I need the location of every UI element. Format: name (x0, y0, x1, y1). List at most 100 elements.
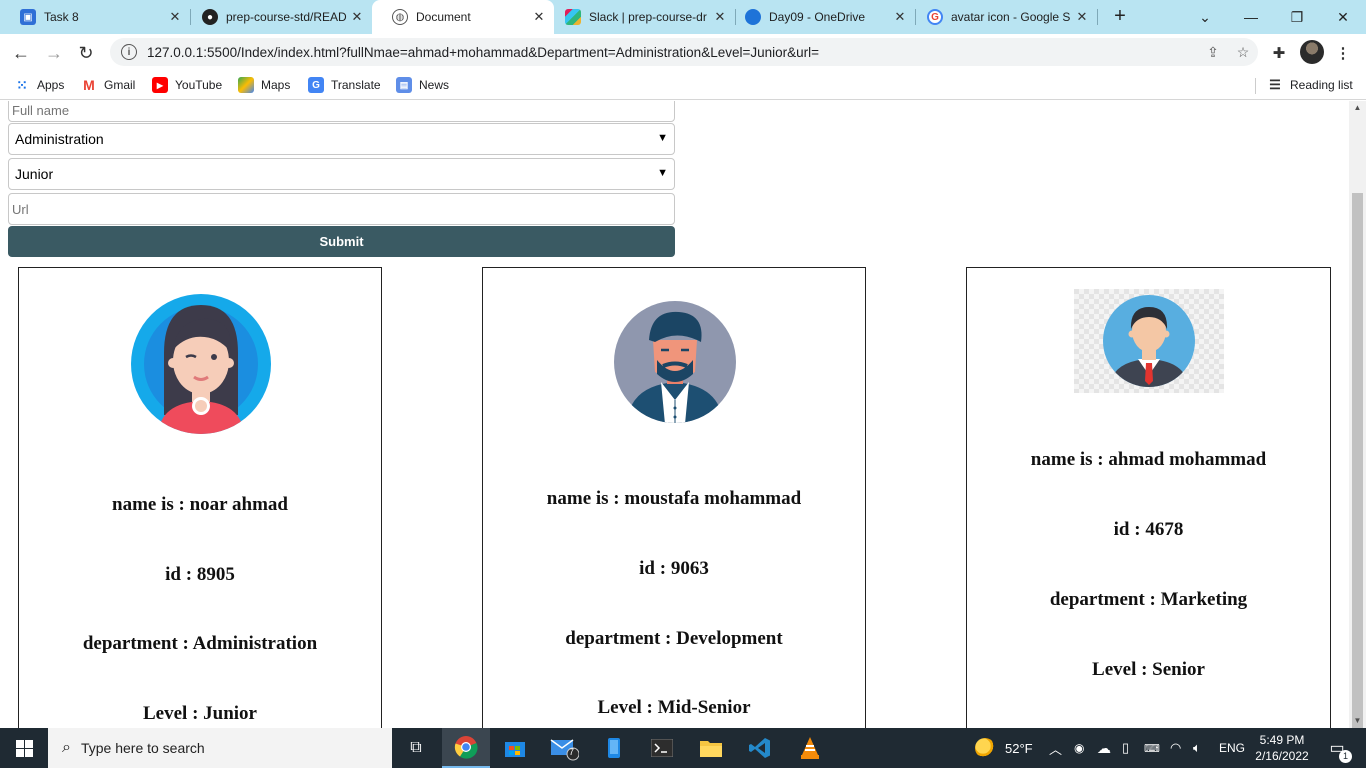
windows-start-icon[interactable] (0, 728, 48, 768)
windows-taskbar: ⌕ Type here to search ⧉ 7 52°F ︿ ◉ ☁ ▯ ⌨ (0, 728, 1366, 768)
submit-button[interactable]: Submit (8, 226, 675, 257)
fullname-input[interactable]: Full name (8, 101, 675, 122)
bookmark-translate[interactable]: G Translate (308, 77, 381, 93)
news-icon: ▤ (396, 77, 412, 93)
share-icon[interactable]: ⇪ (1198, 44, 1228, 61)
tab-task8[interactable]: ▣ Task 8 ✕ (0, 0, 190, 34)
profile-avatar[interactable] (1300, 40, 1324, 64)
department-select[interactable]: Administration ▼ (8, 123, 675, 155)
language-indicator[interactable]: ENG (1219, 728, 1245, 768)
onedrive-cloud-icon[interactable]: ☁ (1097, 728, 1111, 768)
bookmark-news[interactable]: ▤ News (396, 77, 449, 93)
file-explorer-icon[interactable] (687, 728, 735, 768)
scroll-down-arrow-icon[interactable]: ▼ (1349, 714, 1366, 728)
volume-icon[interactable]: 🔈︎ (1193, 728, 1201, 768)
temperature: 52°F (1005, 740, 1033, 756)
minimize-icon[interactable]: — (1228, 0, 1274, 34)
url-placeholder: Url (12, 201, 29, 217)
tab-google[interactable]: G avatar icon - Google S ✕ (907, 0, 1097, 34)
bookmark-label: Maps (261, 78, 291, 92)
bearded-man-avatar-icon (614, 301, 736, 423)
page-viewport: Full name Administration ▼ Junior ▼ Url … (0, 101, 1349, 728)
mail-badge: 7 (569, 747, 575, 757)
businessman-avatar-icon (1074, 289, 1224, 393)
globe-icon: ◍ (392, 9, 408, 25)
bookmarks-bar: ⁙ Apps M Gmail ▶ YouTube Maps G Translat… (0, 71, 1366, 100)
bookmark-label: Translate (331, 78, 381, 92)
notification-badge: 1 (1339, 750, 1352, 763)
tab-slack[interactable]: Slack | prep-course-dr ✕ (545, 0, 735, 34)
vlc-icon[interactable] (786, 728, 834, 768)
bookmark-label: Gmail (104, 78, 136, 92)
taskbar-search-box[interactable]: ⌕ Type here to search (48, 728, 392, 768)
fullname-placeholder: Full name (12, 102, 70, 118)
restore-icon[interactable]: ❐ (1274, 0, 1320, 34)
bookmark-apps[interactable]: ⁙ Apps (14, 77, 64, 93)
vscode-icon[interactable] (736, 728, 784, 768)
bookmark-gmail[interactable]: M Gmail (81, 77, 135, 93)
battery-icon[interactable]: ▯ (1122, 728, 1129, 768)
reload-icon[interactable]: ↻ (73, 40, 99, 66)
close-icon[interactable]: ✕ (348, 9, 366, 25)
bookmark-label: News (419, 78, 450, 92)
terminal-icon[interactable] (638, 728, 686, 768)
close-window-icon[interactable]: ✕ (1320, 0, 1366, 34)
tab-document[interactable]: ◍ Document ✕ (372, 0, 554, 34)
scrollbar-thumb[interactable] (1352, 193, 1363, 739)
level-select[interactable]: Junior ▼ (8, 158, 675, 190)
vertical-scrollbar[interactable]: ▲ ▼ (1349, 101, 1366, 739)
youtube-icon: ▶ (152, 77, 168, 93)
show-hidden-icons-chevron-icon[interactable]: ︿ (1049, 728, 1062, 768)
address-bar[interactable]: i 127.0.0.1:5500/Index/index.html?fullNm… (110, 38, 1258, 66)
new-tab-button[interactable]: + (1108, 5, 1132, 29)
notification-center-icon[interactable]: ▭ 1 (1322, 728, 1352, 768)
translate-icon: G (308, 77, 324, 93)
scroll-up-arrow-icon[interactable]: ▲ (1349, 101, 1366, 115)
employee-id: id : 8905 (165, 564, 235, 585)
bookmark-label: YouTube (175, 78, 223, 92)
chrome-taskbar-icon[interactable] (442, 728, 490, 768)
clock-date: 2/16/2022 (1255, 749, 1309, 763)
tab-github[interactable]: ● prep-course-std/READ ✕ (182, 0, 372, 34)
level-selected-value: Junior (15, 166, 54, 182)
url-input[interactable]: Url (8, 193, 675, 225)
extensions-puzzle-icon[interactable]: ✚ (1268, 42, 1290, 64)
weather-widget[interactable]: 52°F (975, 728, 1033, 768)
employee-level: Level : Mid-Senior (597, 697, 751, 718)
star-icon[interactable]: ☆ (1228, 44, 1258, 61)
browser-toolbar: ← → ↻ i 127.0.0.1:5500/Index/index.html?… (0, 34, 1366, 71)
reading-list-button[interactable]: ☰ Reading list (1267, 77, 1353, 93)
bookmark-youtube[interactable]: ▶ YouTube (152, 77, 222, 93)
menu-icon[interactable]: ⋮ (1332, 42, 1354, 64)
slack-icon (565, 9, 581, 25)
ime-keyboard-icon[interactable]: ⌨ (1144, 728, 1160, 768)
tab-search-icon[interactable]: ⌄ (1182, 0, 1228, 34)
tab-onedrive[interactable]: Day09 - OneDrive ✕ (725, 0, 915, 34)
back-arrow-icon[interactable]: ← (8, 40, 34, 66)
phone-icon[interactable] (590, 728, 638, 768)
cloud-icon (745, 9, 761, 25)
mail-icon[interactable]: 7 (540, 728, 588, 768)
maps-icon (238, 77, 254, 93)
forward-arrow-icon[interactable]: → (41, 40, 67, 66)
chevron-down-icon: ▼ (657, 132, 668, 144)
info-icon[interactable]: i (121, 44, 137, 60)
profile-card-icon: ▣ (20, 9, 36, 25)
store-icon[interactable] (491, 728, 539, 768)
close-icon[interactable]: ✕ (1073, 9, 1091, 25)
meet-now-icon[interactable]: ◉ (1074, 728, 1084, 768)
employee-department: department : Administration (82, 633, 318, 654)
employee-card: name is : moustafa mohammad id : 9063 de… (482, 267, 866, 728)
tab-title: Document (416, 10, 471, 24)
task-view-icon[interactable]: ⧉ (392, 728, 440, 768)
wifi-icon[interactable]: ◠ (1170, 728, 1181, 768)
url-text[interactable]: 127.0.0.1:5500/Index/index.html?fullNmae… (147, 45, 1198, 60)
tab-title: Day09 - OneDrive (769, 10, 866, 24)
gmail-icon: M (83, 77, 95, 93)
employee-card: name is : ahmad mohammad id : 4678 depar… (966, 267, 1331, 728)
clock[interactable]: 5:49 PM 2/16/2022 (1252, 728, 1312, 768)
employee-name: name is : moustafa mohammad (546, 488, 802, 509)
tab-title: Task 8 (44, 10, 79, 24)
search-icon: ⌕ (62, 739, 71, 756)
bookmark-maps[interactable]: Maps (238, 77, 290, 93)
